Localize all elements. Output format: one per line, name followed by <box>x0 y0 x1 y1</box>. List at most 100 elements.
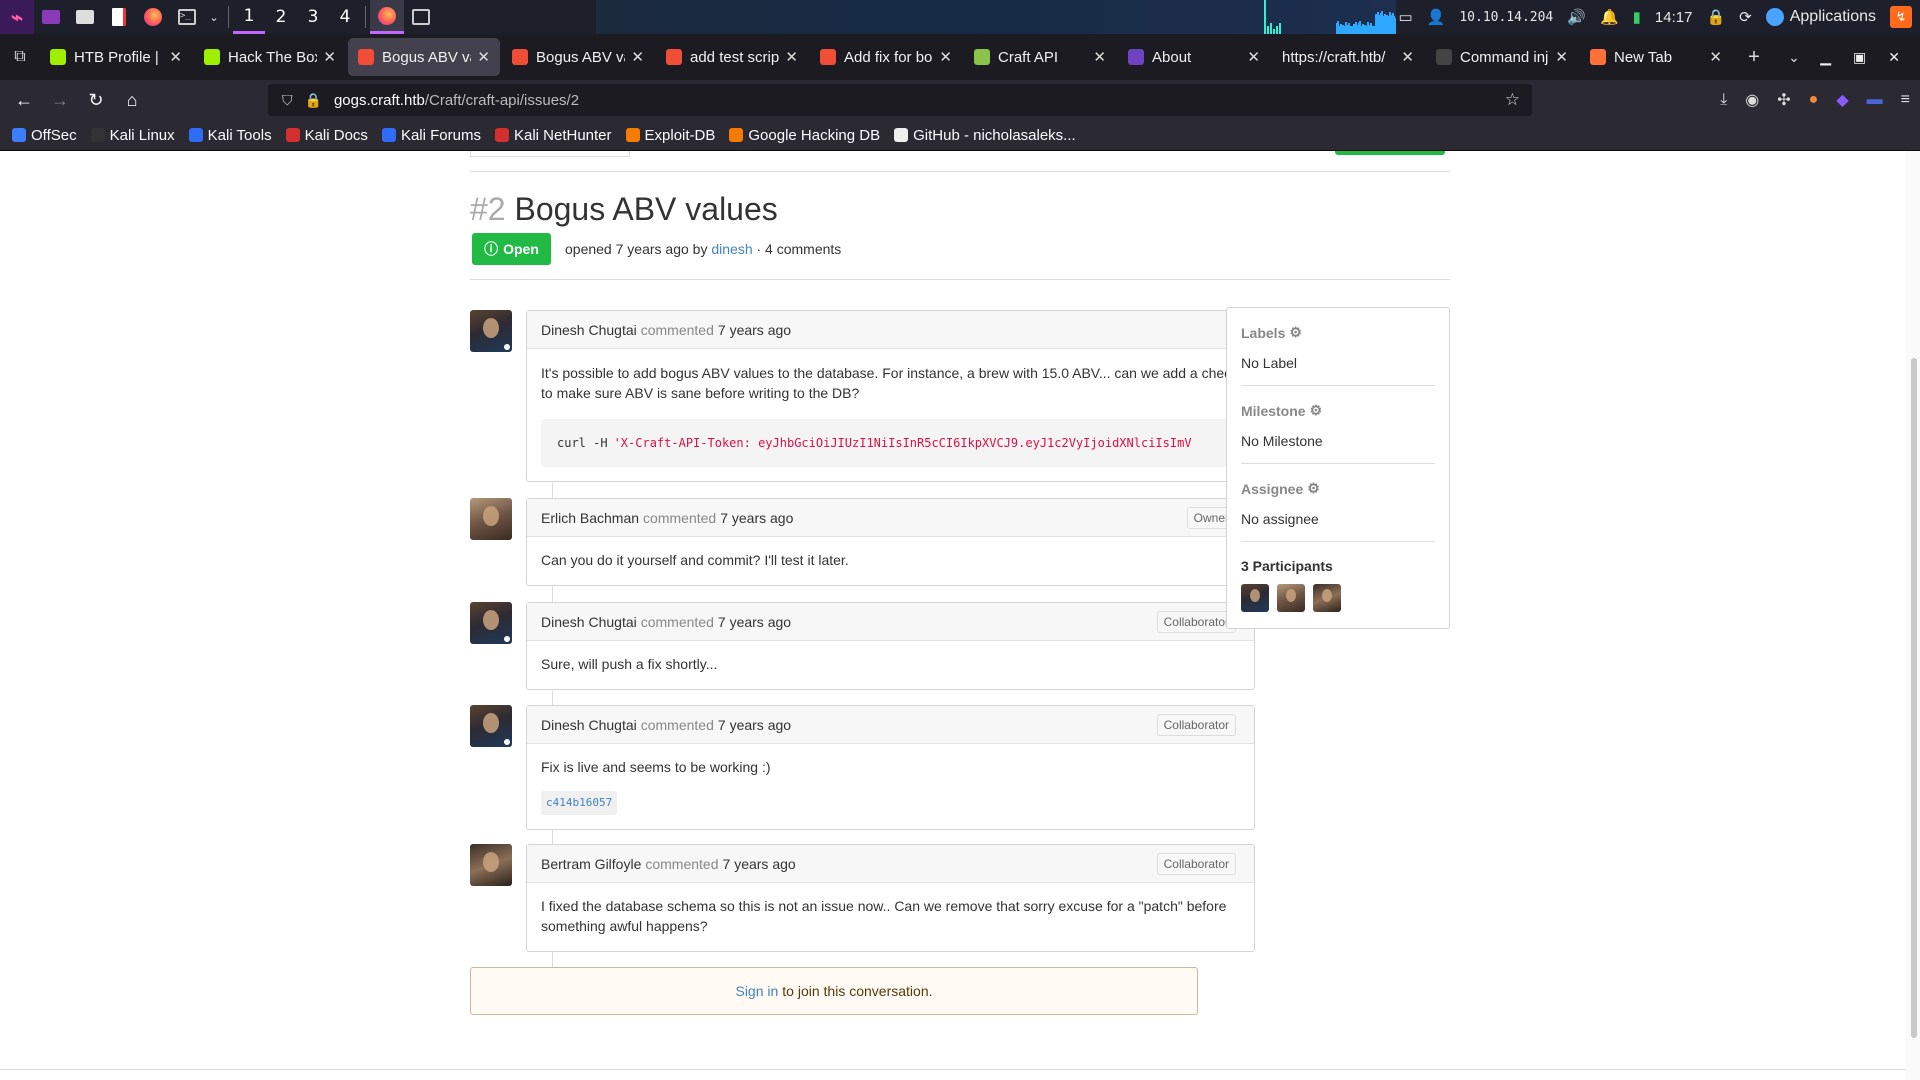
workspace-2[interactable]: 2 <box>265 0 297 34</box>
tracking-shield-icon[interactable]: ⛉ <box>282 92 293 109</box>
browser-tab[interactable]: https://craft.htb/ ✕ <box>1272 38 1424 76</box>
notification-bell-icon[interactable]: 🔔 <box>1600 8 1619 26</box>
close-tab-icon[interactable]: ✕ <box>1093 48 1106 66</box>
workspace-4[interactable]: 4 <box>329 0 361 34</box>
comment-author[interactable]: Dinesh Chugtai <box>541 717 637 733</box>
maximize-icon[interactable]: ▣ <box>1853 49 1866 66</box>
refresh-icon[interactable]: ⟳ <box>1739 8 1752 26</box>
bookmark-star-icon[interactable]: ☆ <box>1505 90 1520 110</box>
downloads-icon[interactable]: ⤓ <box>1720 91 1727 109</box>
participant-avatar[interactable] <box>1241 584 1269 612</box>
bookmark-item[interactable]: Kali Tools <box>188 127 272 144</box>
browser-tab[interactable]: Command inje ✕ <box>1426 38 1578 76</box>
account-icon[interactable]: ◉ <box>1745 90 1759 110</box>
site-lock-icon[interactable]: 🔒 <box>305 92 322 109</box>
foxyproxy-icon[interactable]: ● <box>1809 91 1819 109</box>
terminal-window-icon[interactable] <box>404 0 438 34</box>
avatar[interactable] <box>470 310 512 352</box>
browser-tab[interactable]: add test script ✕ <box>656 38 808 76</box>
close-tab-icon[interactable]: ✕ <box>939 48 952 66</box>
home-icon[interactable]: ⌂ <box>114 84 150 116</box>
signin-link[interactable]: Sign in <box>735 983 778 999</box>
workspace-switcher-icon[interactable] <box>34 0 68 34</box>
bookmark-item[interactable]: Google Hacking DB <box>729 127 880 144</box>
close-tab-icon[interactable]: ✕ <box>1401 48 1414 66</box>
bookmark-item[interactable]: GitHub - nicholasaleks... <box>894 127 1076 144</box>
battery-icon[interactable]: ▮ <box>1633 8 1641 26</box>
app-menu-icon[interactable]: ≡ <box>1901 91 1910 109</box>
close-window-icon[interactable]: ✕ <box>1888 49 1900 66</box>
browser-tab[interactable]: Craft API ✕ <box>964 38 1116 76</box>
scrollbar-thumb[interactable] <box>1911 358 1917 1038</box>
file-manager-icon[interactable] <box>68 0 102 34</box>
text-editor-icon[interactable] <box>102 0 136 34</box>
browser-tab[interactable]: New Tab ✕ <box>1580 38 1732 76</box>
participant-avatar[interactable] <box>1313 584 1341 612</box>
new-issue-button[interactable] <box>1335 151 1445 155</box>
close-tab-icon[interactable]: ✕ <box>785 48 798 66</box>
close-tab-icon[interactable]: ✕ <box>323 48 336 66</box>
milestone-heading[interactable]: Milestone ⚙ <box>1241 402 1435 419</box>
avatar[interactable] <box>470 602 512 644</box>
issue-nav-buttons[interactable] <box>470 151 630 157</box>
browser-tab[interactable]: Bogus ABV val ✕ <box>502 38 654 76</box>
updates-icon[interactable]: ↯ <box>1890 6 1912 28</box>
minimize-icon[interactable]: ▁ <box>1820 49 1831 66</box>
bookmark-item[interactable]: Exploit-DB <box>625 127 715 144</box>
bookmark-item[interactable]: Kali NetHunter <box>494 127 612 144</box>
labels-heading[interactable]: Labels ⚙ <box>1241 324 1435 341</box>
kali-menu-icon[interactable]: ⌁ <box>0 0 34 34</box>
avatar[interactable] <box>470 844 512 886</box>
browser-tab[interactable]: Bogus ABV val ✕ <box>348 38 500 76</box>
browser-tab[interactable]: Hack The Box : ✕ <box>194 38 346 76</box>
avatar[interactable] <box>470 498 512 540</box>
terminal-launcher-icon[interactable]: >_ <box>170 0 204 34</box>
comment-author[interactable]: Bertram Gilfoyle <box>541 856 641 872</box>
participant-avatar[interactable] <box>1277 584 1305 612</box>
browser-tab[interactable]: Add fix for bog ✕ <box>810 38 962 76</box>
page-scrollbar[interactable] <box>1906 151 1920 1080</box>
firefox-launcher-icon[interactable] <box>136 0 170 34</box>
display-icon[interactable]: ▭ <box>1398 8 1412 26</box>
list-all-tabs-icon[interactable]: ⧉ <box>0 48 40 66</box>
browser-tab[interactable]: About ✕ <box>1118 38 1270 76</box>
applications-menu-button[interactable]: Applications <box>1765 8 1876 26</box>
bookmark-item[interactable]: OffSec <box>12 127 77 144</box>
new-tab-button[interactable]: + <box>1734 46 1774 69</box>
browser-tab[interactable]: HTB Profile | H ✕ <box>40 38 192 76</box>
chevron-down-icon[interactable]: ⌄ <box>204 0 224 34</box>
tab-overflow-chevron-icon[interactable]: ⌄ <box>1774 49 1814 66</box>
vpn-icon[interactable]: 👤 <box>1427 8 1446 26</box>
workspace-3[interactable]: 3 <box>297 0 329 34</box>
close-tab-icon[interactable]: ✕ <box>631 48 644 66</box>
addon-icon[interactable]: ◆ <box>1836 90 1848 110</box>
comment-author[interactable]: Erlich Bachman <box>541 510 639 526</box>
url-bar[interactable]: ⛉ 🔒 gogs.craft.htb/Craft/craft-api/issue… <box>268 84 1532 116</box>
wappalyzer-icon[interactable]: ▬ <box>1867 91 1883 109</box>
lock-icon[interactable]: 🔒 <box>1706 8 1725 26</box>
bookmark-item[interactable]: Kali Forums <box>381 127 481 144</box>
workspace-1[interactable]: 1 <box>233 0 265 34</box>
close-tab-icon[interactable]: ✕ <box>1555 48 1568 66</box>
close-tab-icon[interactable]: ✕ <box>1709 48 1722 66</box>
bookmark-item[interactable]: Kali Docs <box>285 127 368 144</box>
comment-author[interactable]: Dinesh Chugtai <box>541 614 637 630</box>
commit-sha-link[interactable]: c414b16057 <box>541 791 618 815</box>
close-tab-icon[interactable]: ✕ <box>1247 48 1260 66</box>
close-tab-icon[interactable]: ✕ <box>169 48 182 66</box>
firefox-window-icon[interactable] <box>370 0 404 34</box>
avatar[interactable] <box>470 705 512 747</box>
bookmark-item[interactable]: Kali Linux <box>90 127 175 144</box>
assignee-heading[interactable]: Assignee ⚙ <box>1241 480 1435 497</box>
issue-author-link[interactable]: dinesh <box>711 241 752 257</box>
forward-icon[interactable]: → <box>42 84 78 116</box>
gear-icon[interactable]: ⚙ <box>1310 402 1323 419</box>
reload-icon[interactable]: ↻ <box>78 84 114 116</box>
comment-author[interactable]: Dinesh Chugtai <box>541 322 637 338</box>
clock[interactable]: 14:17 <box>1655 9 1693 26</box>
gear-icon[interactable]: ⚙ <box>1307 480 1320 497</box>
gear-icon[interactable]: ⚙ <box>1289 324 1302 341</box>
close-tab-icon[interactable]: ✕ <box>477 48 490 66</box>
volume-icon[interactable]: 🔊 <box>1567 8 1586 26</box>
back-icon[interactable]: ← <box>6 84 42 116</box>
